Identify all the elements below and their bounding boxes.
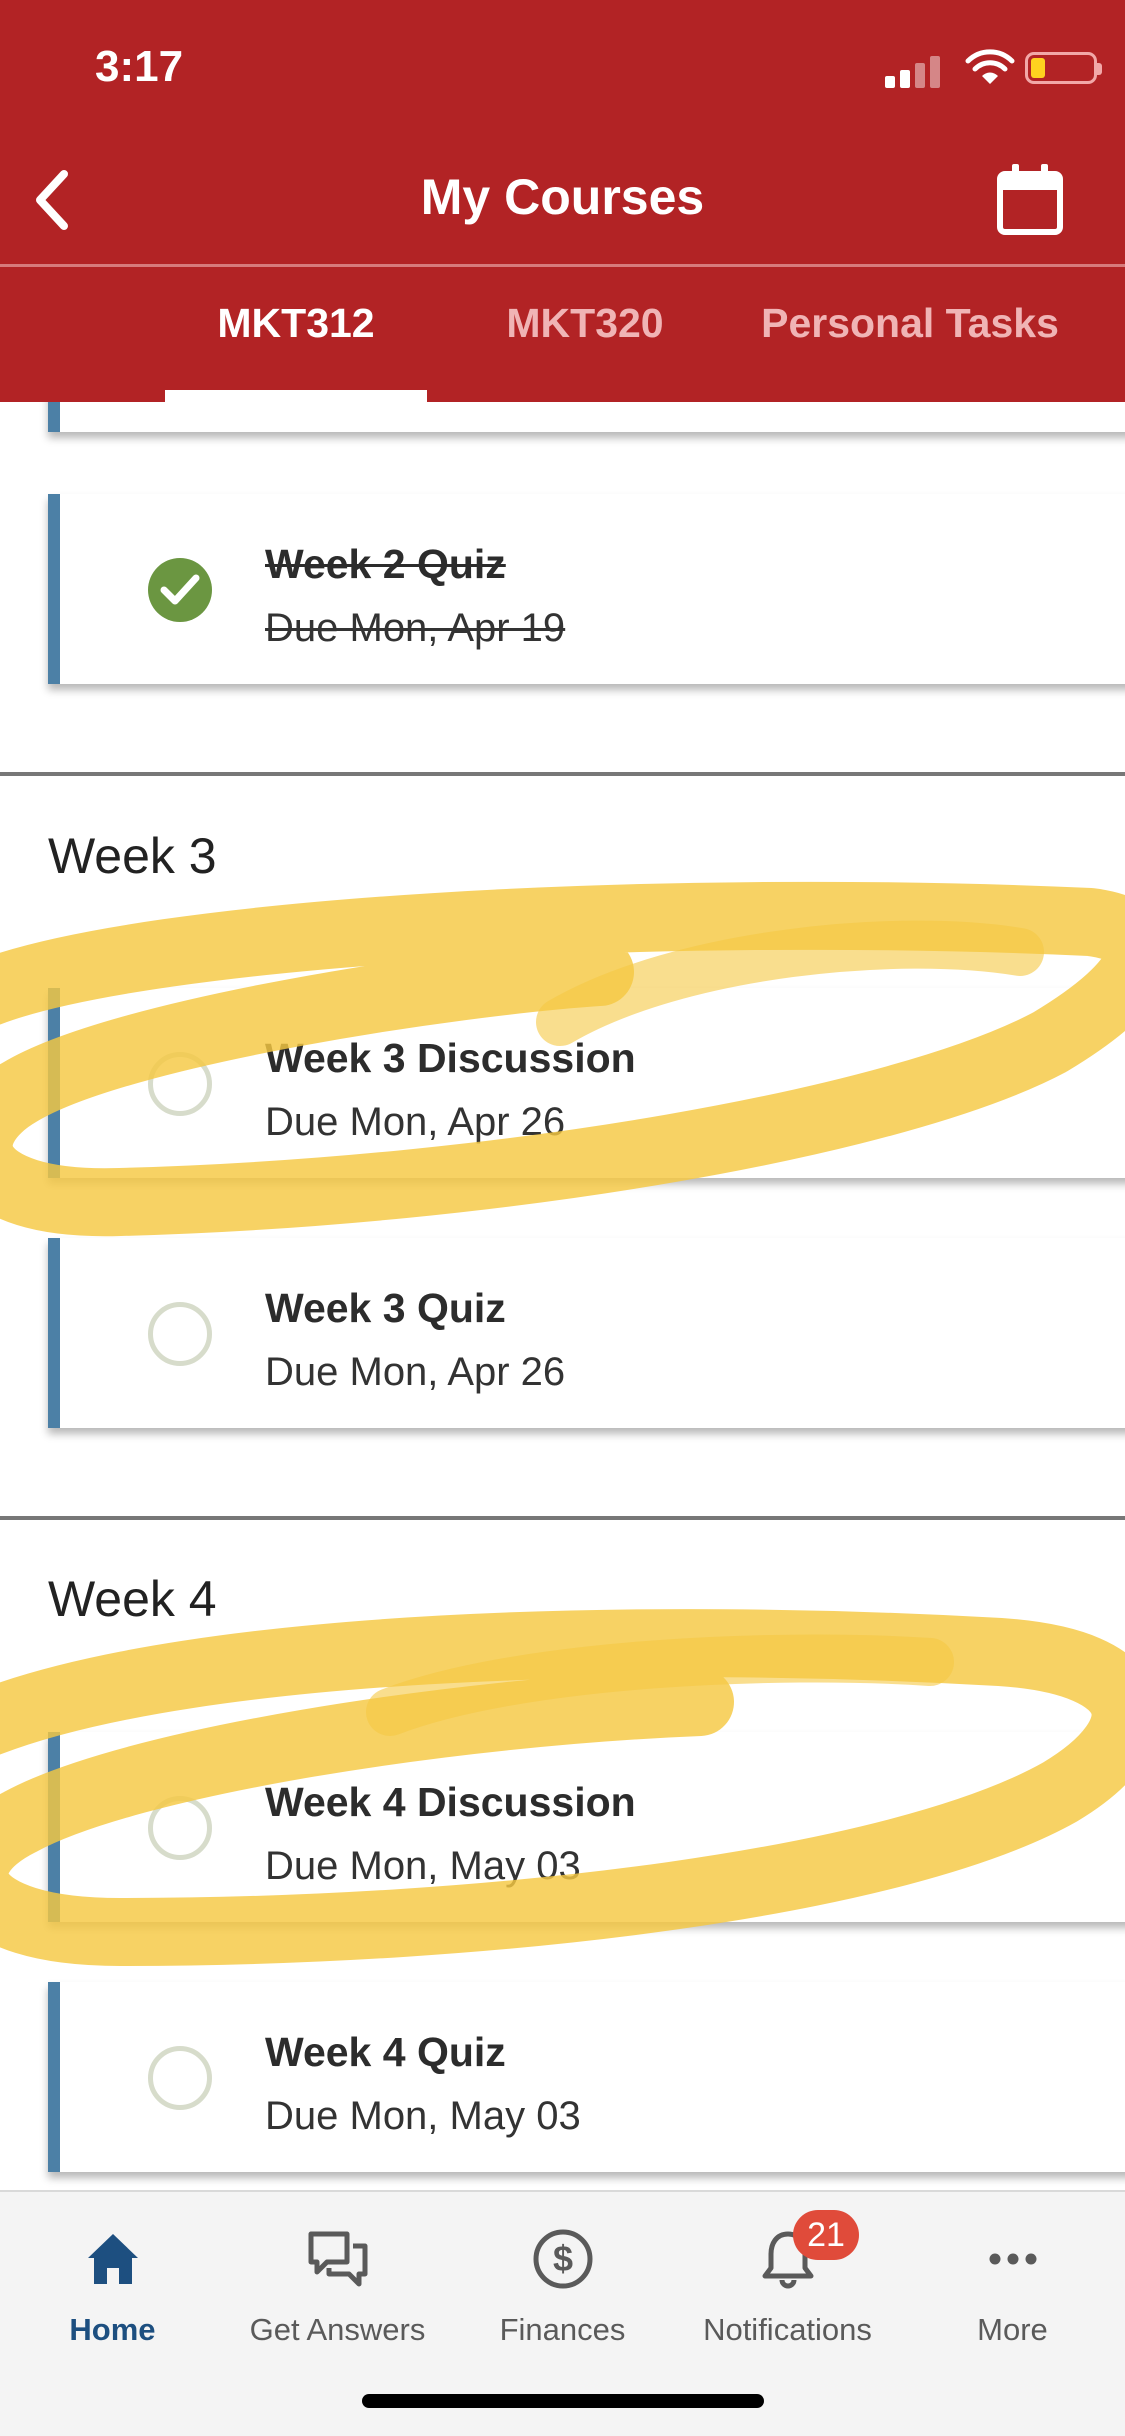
tab-label: MKT320 — [506, 300, 664, 346]
nav-label: Finances — [499, 2312, 626, 2347]
completed-check-icon[interactable] — [148, 558, 212, 622]
task-title: Week 4 Quiz — [265, 2029, 506, 2075]
tab-mkt320[interactable]: MKT320 — [460, 300, 710, 402]
wifi-icon — [965, 49, 1015, 84]
task-card-week4-discussion[interactable]: Week 4 Discussion Due Mon, May 03 — [48, 1732, 1125, 1922]
home-icon — [88, 2234, 138, 2284]
nav-home[interactable]: Home — [0, 2212, 225, 2362]
chat-icon — [308, 2231, 368, 2287]
task-due-date: Due Mon, May 03 — [265, 1844, 581, 1888]
nav-label: More — [977, 2312, 1048, 2347]
header-divider — [0, 264, 1125, 267]
battery-icon — [1025, 52, 1102, 84]
calendar-icon — [997, 164, 1063, 235]
checkbox-circle-icon[interactable] — [148, 1796, 212, 1860]
app-header: 3:17 My Courses MKT312 MKT320 Personal T… — [0, 0, 1125, 402]
tab-active-indicator — [165, 390, 427, 402]
app-screen: 3:17 My Courses MKT312 MKT320 Personal T… — [0, 0, 1125, 2436]
checkbox-circle-icon[interactable] — [148, 2046, 212, 2110]
section-divider — [0, 1516, 1125, 1520]
tab-label: MKT312 — [217, 300, 375, 346]
nav-get-answers[interactable]: Get Answers — [225, 2212, 450, 2362]
task-card-week2-quiz[interactable]: Week 2 Quiz Due Mon, Apr 19 — [48, 494, 1125, 684]
status-time: 3:17 — [95, 42, 184, 91]
more-icon — [989, 2253, 1037, 2265]
checkbox-circle-icon[interactable] — [148, 1302, 212, 1366]
task-card-week4-quiz[interactable]: Week 4 Quiz Due Mon, May 03 — [48, 1982, 1125, 2172]
page-title: My Courses — [420, 169, 705, 225]
task-card-week3-quiz[interactable]: Week 3 Quiz Due Mon, Apr 26 — [48, 1238, 1125, 1428]
home-indicator[interactable] — [362, 2394, 764, 2408]
checkbox-circle-icon[interactable] — [148, 1052, 212, 1116]
task-due-date: Due Mon, Apr 26 — [265, 1350, 566, 1394]
signal-icon — [885, 54, 945, 88]
tab-label: Personal Tasks — [761, 300, 1059, 346]
week-header: Week 3 — [48, 828, 217, 884]
task-card-partial[interactable] — [48, 402, 1125, 432]
week-header: Week 4 — [48, 1571, 217, 1627]
course-tabs: MKT312 MKT320 Personal Tasks — [0, 300, 1125, 402]
tab-mkt312[interactable]: MKT312 — [165, 300, 427, 402]
task-card-week3-discussion[interactable]: Week 3 Discussion Due Mon, Apr 26 — [48, 988, 1125, 1178]
task-title: Week 4 Discussion — [265, 1779, 636, 1825]
task-title: Week 3 Quiz — [265, 1285, 506, 1331]
nav-label: Home — [69, 2312, 156, 2347]
nav-more[interactable]: More — [900, 2212, 1125, 2362]
task-due-date: Due Mon, Apr 26 — [265, 1100, 566, 1144]
nav-label: Get Answers — [249, 2312, 426, 2347]
tab-personal-tasks[interactable]: Personal Tasks — [735, 300, 1085, 402]
svg-text:$: $ — [553, 2238, 573, 2279]
section-divider — [0, 772, 1125, 776]
task-title: Week 2 Quiz — [265, 541, 506, 587]
dollar-icon: $ — [533, 2229, 593, 2289]
nav-notifications[interactable]: 21 Notifications — [675, 2210, 900, 2362]
task-due-date: Due Mon, Apr 19 — [265, 606, 566, 650]
task-title: Week 3 Discussion — [265, 1035, 636, 1081]
nav-label: Notifications — [703, 2312, 872, 2347]
task-list[interactable]: Week 2 Quiz Due Mon, Apr 19 Week 3 Week … — [0, 402, 1125, 2190]
nav-finances[interactable]: $ Finances — [450, 2212, 675, 2362]
notification-badge: 21 — [793, 2210, 859, 2260]
calendar-button[interactable] — [995, 162, 1065, 238]
task-due-date: Due Mon, May 03 — [265, 2094, 581, 2138]
